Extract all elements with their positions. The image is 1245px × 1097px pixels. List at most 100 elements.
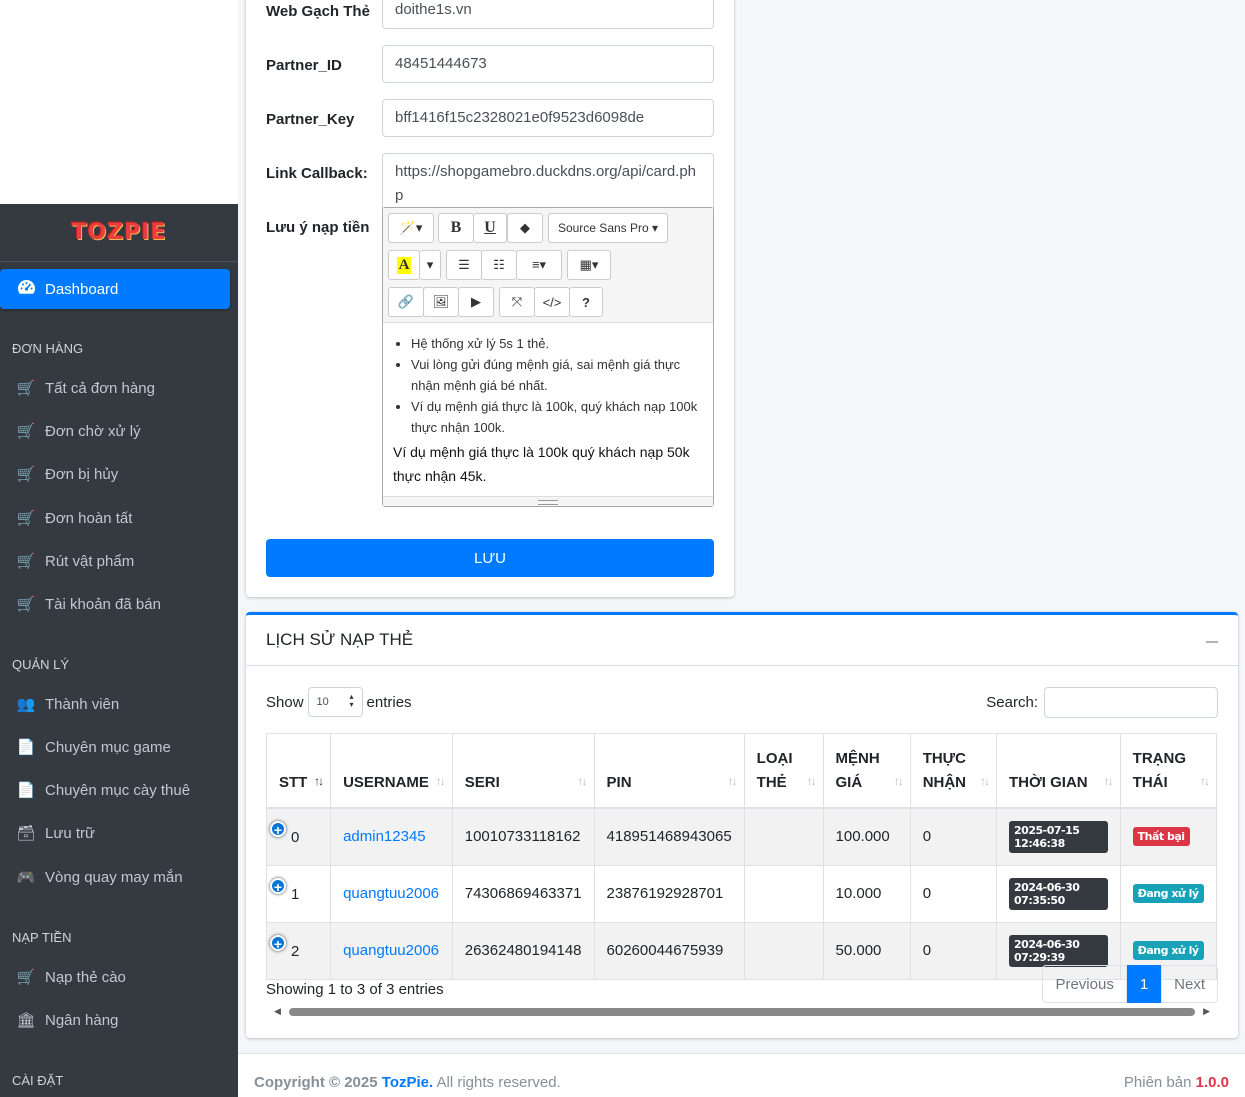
col-pin[interactable]: PIN ↑↓ [593, 733, 745, 809]
sidebar-item-withdraw-items[interactable]: 🛒 Rút vật phẩm [15, 552, 135, 571]
footer-brand-link[interactable]: TozPie. [382, 1074, 433, 1091]
table-button[interactable]: ▦▾ [567, 250, 611, 280]
label-partner-id: Partner_ID [266, 57, 342, 74]
stt-value: 0 [291, 828, 300, 846]
cell-face-value: 10.000 [822, 864, 911, 923]
version-label: Phiên bản [1123, 1074, 1192, 1091]
cell-stt: +0 [265, 807, 332, 866]
font-family-value: Source Sans Pro [557, 221, 649, 235]
partner-key-input[interactable]: bff1416f15c2328021e0f9523d6098de [382, 99, 714, 137]
cell-received: 0 [909, 921, 998, 980]
video-button[interactable]: ▶ [458, 287, 494, 317]
table-header-row: STT ↑↓ USERNAME ↑↓ SERI ↑↓ PIN ↑↓ LOẠI THẺ ↑↓… [265, 733, 1218, 809]
font-color-icon: A [396, 256, 412, 274]
cell-pin: 23876192928701 [593, 864, 745, 923]
table-info: Showing 1 to 3 of 3 entries [266, 981, 444, 998]
page-1-button[interactable]: 1 [1126, 965, 1162, 1003]
color-dropdown-button[interactable]: ▾ [419, 250, 441, 280]
status-badge: Đang xử lý [1132, 941, 1204, 960]
cart-icon: 🛒 [16, 466, 36, 483]
card-topup-history: LỊCH SỬ NẠP THẺ Show 10 entries Search: … [246, 612, 1238, 1038]
partner-id-input[interactable]: 48451444673 [382, 45, 714, 83]
cell-card-type [743, 921, 824, 980]
col-status[interactable]: TRẠNG THÁI ↑↓ [1119, 733, 1218, 809]
font-family-dropdown[interactable]: Source Sans Pro ▾ [548, 213, 668, 243]
underline-button[interactable]: U [473, 213, 507, 243]
brand-logo[interactable]: TOZPIE [0, 204, 238, 262]
sidebar-item-scratch-card[interactable]: 🛒 Nạp thẻ cào [15, 968, 126, 987]
label-web-gach-the: Web Gạch Thẻ [266, 3, 370, 20]
history-title: LỊCH SỬ NẠP THẺ [246, 615, 1238, 666]
eraser-button[interactable]: ◆ [507, 213, 543, 243]
username-link[interactable]: admin12345 [343, 828, 426, 845]
label-partner-key: Partner_Key [266, 111, 355, 128]
table-row: +1 quangtuu2006 74306869463371 238761929… [265, 864, 1218, 923]
sidebar-item-cancelled-orders[interactable]: 🛒 Đơn bị hủy [15, 465, 119, 484]
link-callback-input[interactable]: https://shopgamebro.duckdns.org/api/card… [382, 153, 714, 215]
username-link[interactable]: quangtuu2006 [343, 942, 439, 959]
editor-content[interactable]: Hệ thống xử lý 5s 1 thẻ. Vui lòng gửi đú… [383, 323, 713, 488]
table-search: Search: [986, 687, 1218, 718]
cell-seri: 74306869463371 [451, 864, 595, 923]
sidebar-item-dashboard[interactable]: Dashboard [0, 269, 230, 309]
unordered-list-button[interactable]: ☰ [446, 250, 482, 280]
image-icon: 🖼 [432, 294, 450, 309]
entries-length-control: Show 10 entries [266, 687, 412, 717]
sidebar-item-all-orders[interactable]: 🛒 Tất cả đơn hàng [15, 379, 155, 398]
scroll-left-icon[interactable]: ◀ [274, 1006, 281, 1017]
cell-pin: 418951468943065 [593, 807, 745, 866]
history-table: STT ↑↓ USERNAME ↑↓ SERI ↑↓ PIN ↑↓ LOẠI THẺ ↑↓… [265, 733, 1218, 980]
cart-icon: 🛒 [16, 423, 36, 440]
sidebar-item-boosting-categories[interactable]: 📄 Chuyên mục cày thuê [15, 781, 190, 800]
bold-button[interactable]: B [438, 213, 474, 243]
box-icon: 🗃 [16, 825, 36, 842]
username-link[interactable]: quangtuu2006 [343, 885, 439, 902]
next-page-button[interactable]: Next [1161, 965, 1218, 1003]
scrollbar-thumb[interactable] [289, 1008, 1195, 1016]
paragraph-align-button[interactable]: ≡▾ [516, 250, 562, 280]
col-face-value[interactable]: MỆNH GIÁ ↑↓ [822, 733, 911, 809]
brand-text: TOZPIE [71, 220, 167, 245]
text-color-button[interactable]: A [388, 250, 420, 280]
fullscreen-button[interactable]: ⤧ [499, 287, 535, 317]
table-horizontal-scrollbar[interactable]: ◀ ▶ [272, 1006, 1212, 1018]
sidebar-item-completed-orders[interactable]: 🛒 Đơn hoàn tất [15, 509, 133, 528]
expand-row-icon[interactable]: + [270, 877, 286, 894]
sidebar-item-bank[interactable]: 🏛 Ngân hàng [15, 1011, 118, 1030]
sidebar-item-members[interactable]: 👥 Thành viên [15, 695, 120, 714]
col-card-type[interactable]: LOẠI THẺ ↑↓ [743, 733, 824, 809]
save-button[interactable]: LƯU [266, 539, 714, 577]
cell-username: quangtuu2006 [330, 864, 453, 923]
sidebar-item-label: Rút vật phẩm [45, 552, 135, 570]
bank-icon: 🏛 [16, 1012, 36, 1029]
previous-page-button[interactable]: Previous [1042, 965, 1127, 1003]
image-button[interactable]: 🖼 [423, 287, 459, 317]
note-editor[interactable]: 🪄▾ B U ◆ Source Sans Pro ▾ A ▾ ☰ ☷ ≡▾ ▦▾… [382, 207, 714, 507]
sidebar-item-game-categories[interactable]: 📄 Chuyên mục game [15, 738, 171, 757]
magic-style-button[interactable]: 🪄▾ [388, 213, 434, 243]
col-seri[interactable]: SERI ↑↓ [451, 733, 595, 809]
code-view-button[interactable]: </> [534, 287, 570, 317]
ordered-list-button[interactable]: ☷ [481, 250, 517, 280]
col-time[interactable]: THỜI GIAN ↑↓ [996, 733, 1121, 809]
col-stt[interactable]: STT ↑↓ [265, 733, 332, 809]
col-username[interactable]: USERNAME ↑↓ [330, 733, 453, 809]
entries-select[interactable]: 10 [307, 687, 363, 717]
sidebar-item-sold-accounts[interactable]: 🛒 Tài khoản đã bán [15, 595, 161, 614]
editor-toolbar: 🪄▾ B U ◆ Source Sans Pro ▾ A ▾ ☰ ☷ ≡▾ ▦▾… [383, 208, 713, 323]
sidebar-item-archive[interactable]: 🗃 Lưu trữ [15, 824, 95, 843]
status-badge: Thất bại [1132, 827, 1190, 846]
sort-icon: ↑↓ [893, 773, 904, 788]
sidebar-item-pending-orders[interactable]: 🛒 Đơn chờ xử lý [15, 422, 141, 441]
help-button[interactable]: ? [569, 287, 603, 317]
search-input[interactable] [1044, 687, 1218, 718]
expand-row-icon[interactable]: + [270, 934, 286, 951]
sidebar-item-lucky-wheel[interactable]: 🎮 Vòng quay may mắn [15, 868, 183, 887]
editor-resize-handle[interactable] [383, 496, 713, 506]
link-button[interactable]: 🔗 [388, 287, 424, 317]
expand-row-icon[interactable]: + [270, 820, 286, 837]
scroll-right-icon[interactable]: ▶ [1203, 1006, 1210, 1017]
collapse-icon[interactable] [1206, 641, 1218, 643]
web-gach-the-input[interactable]: doithe1s.vn [382, 0, 714, 29]
col-received[interactable]: THỰC NHẬN ↑↓ [909, 733, 998, 809]
